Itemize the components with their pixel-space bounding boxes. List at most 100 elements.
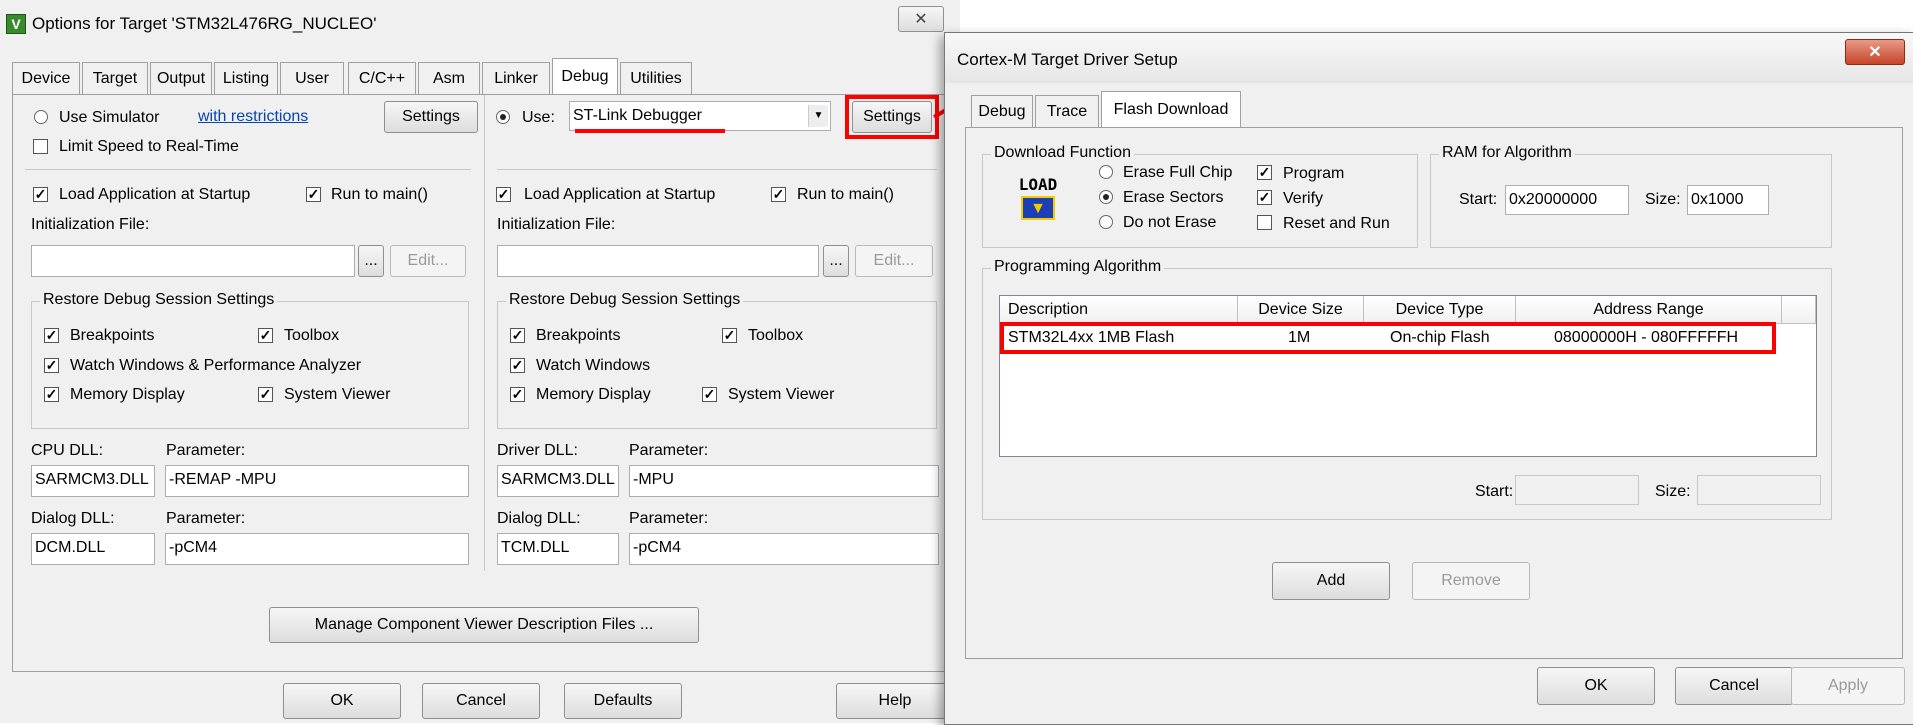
erase-full-chip-radio[interactable] xyxy=(1099,165,1113,179)
memory-display-checkbox-right[interactable]: ✓ xyxy=(510,387,525,402)
tab-user[interactable]: User xyxy=(280,62,344,94)
tab-flash-download[interactable]: Flash Download xyxy=(1101,91,1241,127)
options-cancel-button[interactable]: Cancel xyxy=(422,683,540,719)
run-to-main-checkbox-left[interactable]: ✓ xyxy=(306,187,321,202)
ram-start-field[interactable]: 0x20000000 xyxy=(1505,185,1629,215)
init-file-input-right[interactable] xyxy=(497,245,819,277)
col-device-size[interactable]: Device Size xyxy=(1238,296,1364,324)
options-defaults-button[interactable]: Defaults xyxy=(564,683,682,719)
driver-titlebar: Cortex-M Target Driver Setup ✕ xyxy=(945,33,1913,83)
dialog-parameter-label-left: Parameter: xyxy=(166,510,246,527)
driver-dll-field[interactable]: SARMCM3.DLL xyxy=(497,465,619,497)
tab-target[interactable]: Target xyxy=(82,62,148,94)
debugger-underline-annotation xyxy=(575,129,725,133)
system-viewer-checkbox-right[interactable]: ✓ xyxy=(702,387,717,402)
driver-ok-button[interactable]: OK xyxy=(1537,667,1655,705)
driver-apply-button[interactable]: Apply xyxy=(1791,667,1905,705)
driver-parameter-field[interactable]: -MPU xyxy=(629,465,939,497)
breakpoints-checkbox-right[interactable]: ✓ xyxy=(510,328,525,343)
breakpoints-label-left: Breakpoints xyxy=(70,327,155,344)
limit-speed-checkbox[interactable] xyxy=(33,139,48,154)
tab-debug[interactable]: Debug xyxy=(552,58,618,94)
program-checkbox[interactable]: ✓ xyxy=(1257,165,1272,180)
col-address-range[interactable]: Address Range xyxy=(1516,296,1782,324)
toolbox-checkbox-right[interactable]: ✓ xyxy=(722,328,737,343)
options-tab-strip: Device Target Output Listing User C/C++ … xyxy=(12,58,952,94)
tab-utilities[interactable]: Utilities xyxy=(620,62,692,94)
load-app-checkbox-right[interactable]: ✓ xyxy=(496,187,511,202)
toolbox-label-right: Toolbox xyxy=(748,327,804,344)
settings-highlight-annotation xyxy=(845,95,939,139)
tab-cc[interactable]: C/C++ xyxy=(348,62,416,94)
watch-windows-checkbox-left[interactable]: ✓ xyxy=(44,358,59,373)
restore-group-title-left: Restore Debug Session Settings xyxy=(40,291,278,309)
driver-close-button[interactable]: ✕ xyxy=(1845,39,1905,65)
tab-driver-trace[interactable]: Trace xyxy=(1035,95,1099,127)
use-simulator-radio[interactable] xyxy=(34,110,48,124)
column-divider xyxy=(484,95,485,571)
col-device-type[interactable]: Device Type xyxy=(1364,296,1516,324)
memory-display-checkbox-left[interactable]: ✓ xyxy=(44,387,59,402)
simulator-settings-button[interactable]: Settings xyxy=(384,101,478,133)
cpu-parameter-field[interactable]: -REMAP -MPU xyxy=(165,465,469,497)
cpu-dll-label: CPU DLL: xyxy=(31,442,104,459)
init-file-edit-left[interactable]: Edit... xyxy=(390,245,466,277)
dialog-dll-field-left[interactable]: DCM.DLL xyxy=(31,533,155,565)
use-debugger-radio[interactable] xyxy=(496,110,510,124)
tab-listing[interactable]: Listing xyxy=(214,62,278,94)
dialog-dll-label-right: Dialog DLL: xyxy=(497,510,581,527)
keil-app-icon: V xyxy=(6,14,26,34)
init-file-browse-right[interactable]: ... xyxy=(823,245,849,277)
load-app-checkbox-left[interactable]: ✓ xyxy=(33,187,48,202)
init-file-edit-right[interactable]: Edit... xyxy=(855,245,933,277)
run-to-main-checkbox-right[interactable]: ✓ xyxy=(771,187,786,202)
chevron-down-icon[interactable]: ▼ xyxy=(808,105,828,127)
add-button[interactable]: Add xyxy=(1272,562,1390,600)
toolbox-checkbox-left[interactable]: ✓ xyxy=(258,328,273,343)
init-file-label-right: Initialization File: xyxy=(497,216,616,233)
options-help-button[interactable]: Help xyxy=(836,683,954,719)
erase-sectors-radio[interactable] xyxy=(1099,190,1113,204)
algo-start-field[interactable] xyxy=(1515,475,1639,505)
remove-button[interactable]: Remove xyxy=(1412,562,1530,600)
col-description[interactable]: Description xyxy=(1000,296,1238,324)
dialog-parameter-field-right[interactable]: -pCM4 xyxy=(629,533,939,565)
do-not-erase-radio[interactable] xyxy=(1099,215,1113,229)
dialog-dll-field-right[interactable]: TCM.DLL xyxy=(497,533,619,565)
tab-device[interactable]: Device xyxy=(12,62,80,94)
cpu-dll-field[interactable]: SARMCM3.DLL xyxy=(31,465,155,497)
manage-component-viewer-button[interactable]: Manage Component Viewer Description File… xyxy=(269,607,699,643)
options-title: Options for Target 'STM32L476RG_NUCLEO' xyxy=(32,14,377,33)
tab-output[interactable]: Output xyxy=(150,62,212,94)
options-close-button[interactable]: ✕ xyxy=(898,6,944,32)
use-simulator-label: Use Simulator xyxy=(59,109,160,126)
watch-windows-checkbox-right[interactable]: ✓ xyxy=(510,358,525,373)
restore-group-left: Restore Debug Session Settings ✓ Breakpo… xyxy=(31,291,469,429)
dialog-parameter-field-left[interactable]: -pCM4 xyxy=(165,533,469,565)
run-to-main-label-right: Run to main() xyxy=(797,186,894,203)
verify-checkbox[interactable]: ✓ xyxy=(1257,190,1272,205)
breakpoints-checkbox-left[interactable]: ✓ xyxy=(44,328,59,343)
driver-tab-strip: Debug Trace Flash Download xyxy=(971,91,1271,127)
debugger-select[interactable]: ST-Link Debugger ▼ xyxy=(569,101,831,131)
algo-start-label: Start: xyxy=(1475,483,1514,500)
run-to-main-label-left: Run to main() xyxy=(331,186,428,203)
system-viewer-label-left: System Viewer xyxy=(284,386,391,403)
tab-asm[interactable]: Asm xyxy=(418,62,480,94)
tab-linker[interactable]: Linker xyxy=(482,62,550,94)
algo-size-field[interactable] xyxy=(1697,475,1821,505)
init-file-input-left[interactable] xyxy=(31,245,355,277)
options-ok-button[interactable]: OK xyxy=(283,683,401,719)
with-restrictions-link[interactable]: with restrictions xyxy=(198,108,308,126)
ram-size-field[interactable]: 0x1000 xyxy=(1687,185,1769,215)
reset-and-run-checkbox[interactable] xyxy=(1257,215,1272,230)
cpu-parameter-label: Parameter: xyxy=(166,442,246,459)
limit-speed-label: Limit Speed to Real-Time xyxy=(59,138,239,155)
watch-windows-label-left: Watch Windows & Performance Analyzer xyxy=(70,357,362,374)
memory-display-label-right: Memory Display xyxy=(536,386,651,403)
system-viewer-checkbox-left[interactable]: ✓ xyxy=(258,387,273,402)
ram-algorithm-group: RAM for Algorithm Start: 0x20000000 Size… xyxy=(1430,144,1832,248)
tab-driver-debug[interactable]: Debug xyxy=(971,95,1033,127)
init-file-browse-left[interactable]: ... xyxy=(358,245,384,277)
driver-cancel-button[interactable]: Cancel xyxy=(1675,667,1793,705)
